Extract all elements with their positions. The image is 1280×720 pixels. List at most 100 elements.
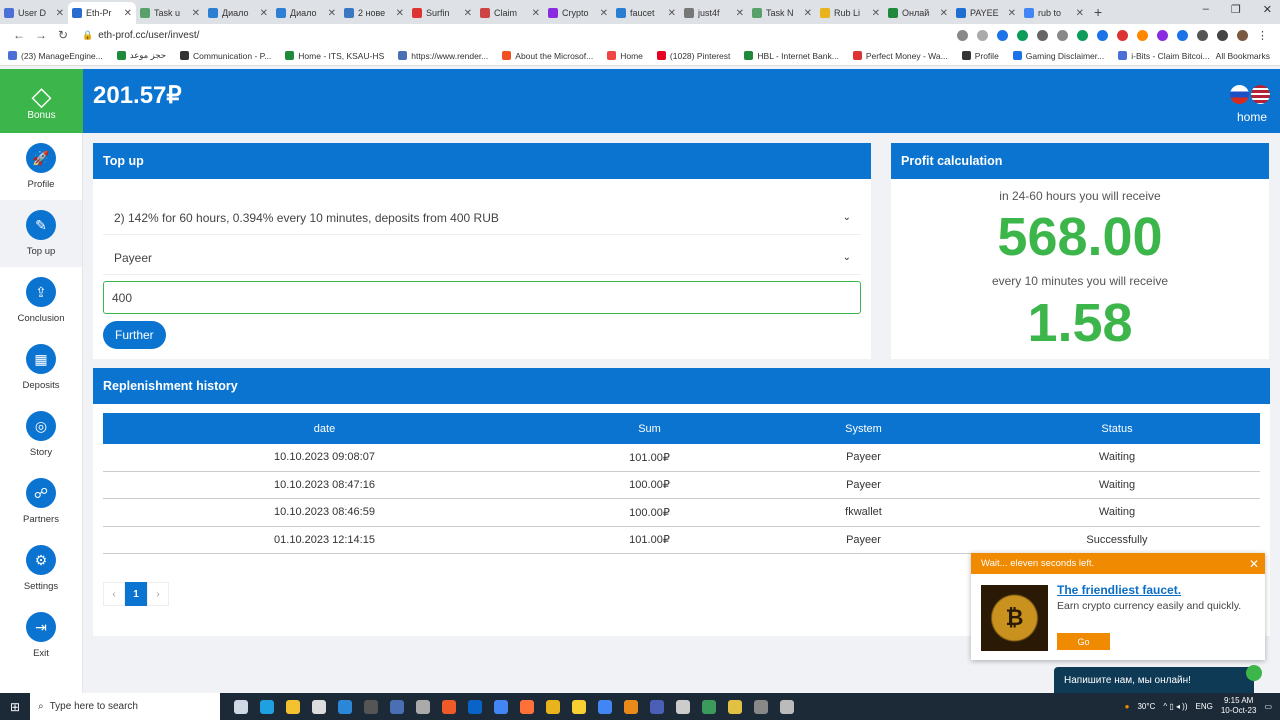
sidebar-item-profile[interactable]: 🚀 Profile (0, 133, 82, 200)
app-icon[interactable] (728, 699, 742, 714)
browser-tab[interactable]: Rub Li ✕ (816, 2, 884, 24)
browser-tab[interactable]: Task u ✕ (136, 2, 204, 24)
sidebar-item-settings[interactable]: ⚙ Settings (0, 535, 82, 602)
side-panel-icon[interactable] (1217, 29, 1228, 41)
tab-close-icon[interactable]: ✕ (260, 8, 268, 19)
tab-close-icon[interactable]: ✕ (668, 8, 676, 19)
bookmark-item[interactable]: (1028) Pinterest (656, 50, 730, 61)
browser-tab[interactable]: Диало ✕ (204, 2, 272, 24)
chrome-icon[interactable] (598, 699, 612, 714)
extension-icon[interactable] (1117, 29, 1128, 41)
browser-tab[interactable]: Task N ✕ (748, 2, 816, 24)
extensions-puzzle-icon[interactable] (1197, 29, 1208, 41)
sidebar-item-top-up[interactable]: ✎ Top up (0, 200, 82, 267)
extension-icon[interactable] (1177, 29, 1188, 41)
translate-icon[interactable] (957, 29, 968, 41)
browser-tab[interactable]: Claim ✕ (476, 2, 544, 24)
bookmark-item[interactable]: https://www.render... (398, 50, 488, 61)
extension-icon[interactable] (1157, 29, 1168, 41)
bookmark-item[interactable]: Perfect Money - Wa... (852, 50, 948, 61)
app-icon[interactable] (702, 699, 716, 714)
browser-tab[interactable]: Онлай ✕ (884, 2, 952, 24)
prev-page-button[interactable]: ‹ (103, 582, 125, 606)
browser-tab[interactable]: Диало ✕ (272, 2, 340, 24)
close-window-icon[interactable]: ✕ (1263, 3, 1272, 16)
popup-title-link[interactable]: The friendliest faucet. (1057, 583, 1181, 597)
minimize-icon[interactable]: – (1203, 3, 1209, 16)
tab-close-icon[interactable]: ✕ (532, 8, 540, 19)
menu-icon[interactable]: ⋮ (1257, 29, 1268, 42)
extension-icon[interactable] (1077, 29, 1088, 41)
tab-close-icon[interactable]: ✕ (1008, 8, 1016, 19)
new-tab-button[interactable]: + (1094, 4, 1102, 20)
store-icon[interactable] (312, 699, 326, 714)
file-explorer-icon[interactable] (286, 699, 300, 714)
tray-icons[interactable]: ^ ▯ ◂ )) (1163, 702, 1187, 711)
tab-close-icon[interactable]: ✕ (1076, 8, 1084, 19)
extension-icon[interactable] (1097, 29, 1108, 41)
browser-tab[interactable]: Surfin ✕ (408, 2, 476, 24)
bitcoin-icon[interactable]: ₿ (981, 585, 1048, 651)
extension-icon[interactable] (1017, 29, 1028, 41)
mail-icon[interactable] (338, 699, 352, 714)
forward-icon[interactable]: → (30, 28, 52, 42)
windows-start-icon[interactable]: ⊞ (0, 700, 30, 714)
us-flag-icon[interactable] (1251, 85, 1270, 104)
browser-tab[interactable]: User D ✕ (0, 2, 68, 24)
bookmark-item[interactable]: Home (607, 50, 643, 61)
bookmark-item[interactable]: Communication - P... (180, 50, 271, 61)
next-page-button[interactable]: › (147, 582, 169, 606)
amount-input[interactable]: 400 (103, 281, 861, 314)
share-icon[interactable] (977, 29, 988, 41)
browser-tab[interactable]: Eth-Pr ✕ (68, 2, 136, 24)
tab-close-icon[interactable]: ✕ (396, 8, 404, 19)
taskbar-search[interactable]: ⌕ Type here to search (30, 693, 220, 720)
chat-widget[interactable]: Напишите нам, мы онлайн! (1054, 665, 1262, 693)
app-icon[interactable] (780, 699, 794, 714)
bookmark-item[interactable]: Home - ITS, KSAU-HS (285, 50, 384, 61)
reload-icon[interactable]: ↻ (52, 28, 74, 42)
chrome-icon[interactable] (494, 699, 508, 714)
avatar[interactable] (1237, 29, 1248, 41)
page-button[interactable]: 1 (125, 582, 147, 606)
further-button[interactable]: Further (103, 321, 166, 349)
plan-select[interactable]: 2) 142% for 60 hours, 0.394% every 10 mi… (103, 201, 861, 235)
app-icon[interactable] (416, 699, 430, 714)
sidebar-item-story[interactable]: ◎ Story (0, 401, 82, 468)
extension-icon[interactable] (1037, 29, 1048, 41)
bookmark-item[interactable]: (23) ManageEngine... (8, 50, 103, 61)
sticky-notes-icon[interactable] (572, 699, 586, 714)
tab-close-icon[interactable]: ✕ (464, 8, 472, 19)
tab-close-icon[interactable]: ✕ (56, 8, 64, 19)
language-indicator[interactable]: ENG (1196, 702, 1213, 711)
all-bookmarks-link[interactable]: All Bookmarks (1216, 51, 1270, 61)
bookmark-item[interactable]: حجز موعد (116, 50, 166, 61)
tab-close-icon[interactable]: ✕ (736, 8, 744, 19)
browser-tab[interactable]: Crypto ✕ (544, 2, 612, 24)
edge-icon[interactable] (260, 699, 274, 714)
url-field[interactable]: 🔒 eth-prof.cc/user/invest/ (82, 30, 957, 41)
bookmark-item[interactable]: Profile (961, 50, 999, 61)
russian-flag-icon[interactable] (1230, 85, 1249, 104)
task-view-icon[interactable] (234, 699, 248, 714)
browser-tab[interactable]: faucet ✕ (612, 2, 680, 24)
app-icon[interactable] (390, 699, 404, 714)
back-icon[interactable]: ← (8, 28, 30, 42)
teams-icon[interactable] (650, 699, 664, 714)
sidebar-item-bonus[interactable]: ◇ Bonus (0, 69, 83, 133)
firefox-icon[interactable] (520, 699, 534, 714)
app-icon[interactable] (364, 699, 378, 714)
tab-close-icon[interactable]: ✕ (600, 8, 608, 19)
extension-icon[interactable] (1057, 29, 1068, 41)
bookmark-item[interactable]: i-Bits - Claim Bitcoi... (1118, 50, 1210, 61)
app-icon[interactable] (624, 699, 638, 714)
bookmark-item[interactable]: HBL - Internet Bank... (744, 50, 839, 61)
notifications-icon[interactable]: ▭ (1264, 702, 1272, 711)
tab-close-icon[interactable]: ✕ (124, 8, 132, 19)
brave-icon[interactable] (442, 699, 456, 714)
bookmark-item[interactable]: About the Microsof... (502, 50, 593, 61)
close-icon[interactable]: ✕ (1249, 557, 1259, 571)
sidebar-item-deposits[interactable]: ▦ Deposits (0, 334, 82, 401)
app-icon[interactable] (754, 699, 768, 714)
clock[interactable]: 9:15 AM 10-Oct-23 (1221, 696, 1257, 716)
